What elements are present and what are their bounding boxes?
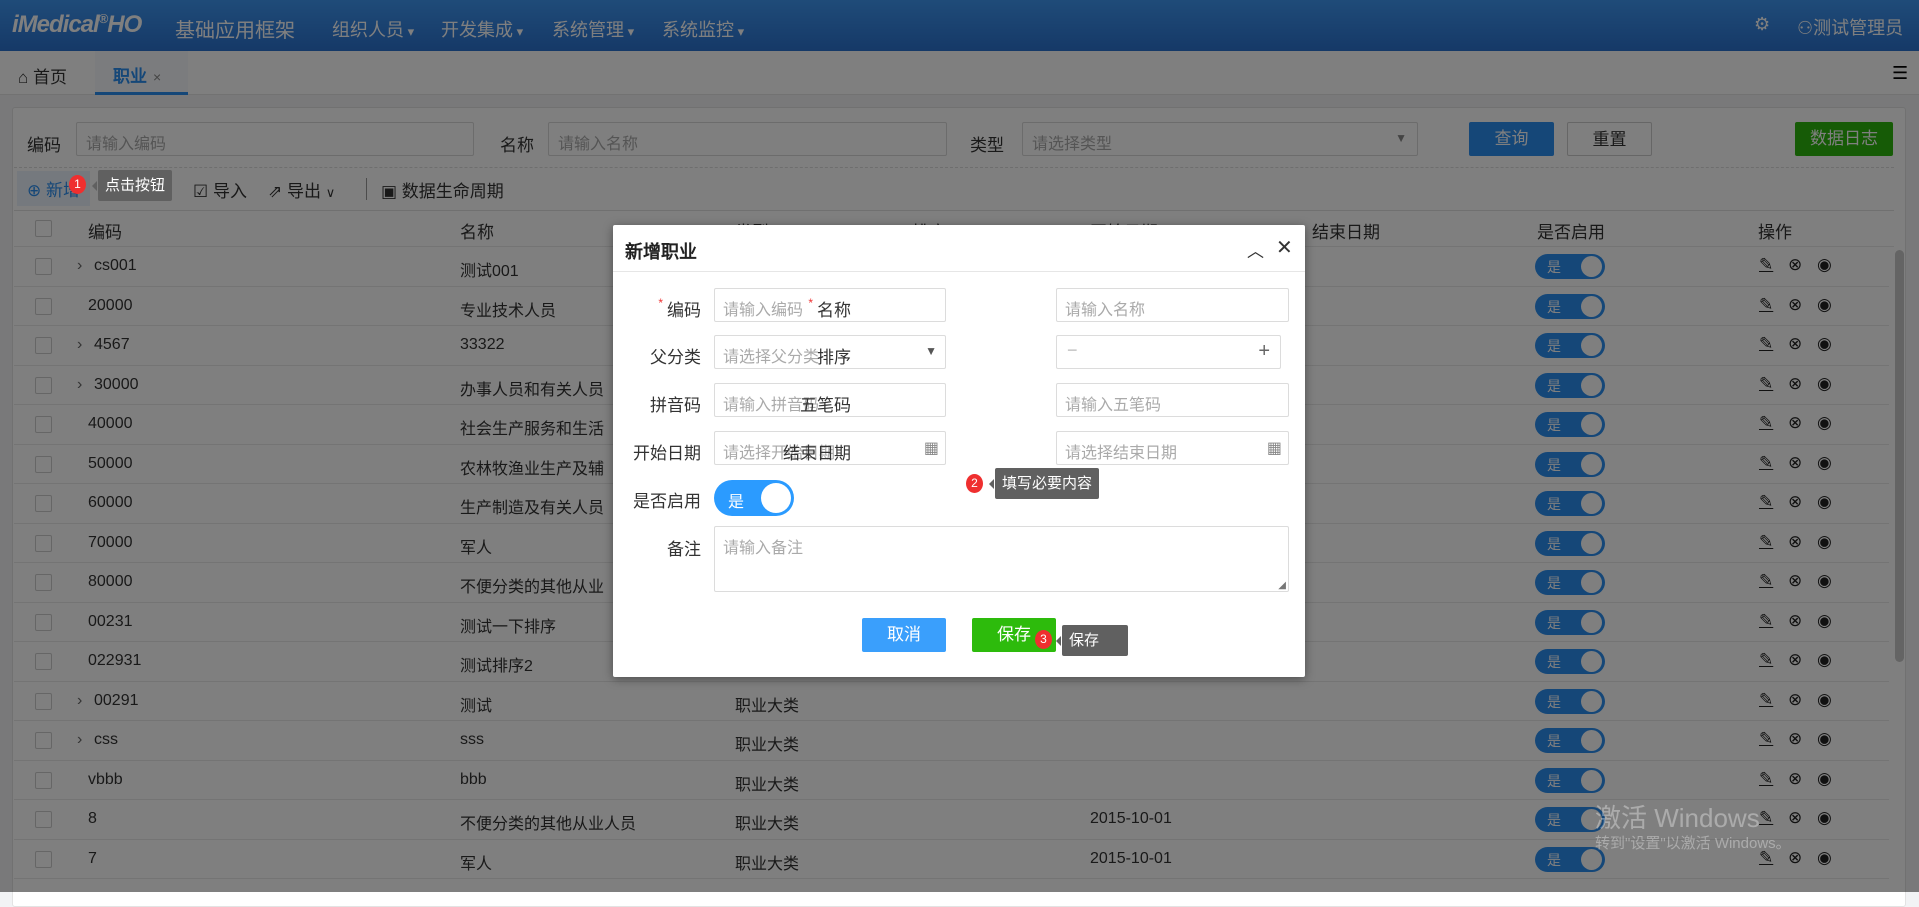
plus-icon[interactable]: + — [1258, 340, 1270, 363]
close-icon[interactable]: ✕ — [1276, 235, 1293, 260]
guide-badge-1: 1 — [69, 175, 86, 194]
watermark-line1: 激活 Windows — [1595, 803, 1760, 833]
guide-tooltip-2: 填写必要内容 — [988, 468, 1100, 499]
end-date-placeholder: 请选择结束日期 — [1065, 445, 1178, 462]
required-mark: * — [808, 296, 813, 310]
sort-label: 排序 — [817, 348, 851, 367]
watermark-line2: 转到"设置"以激活 Windows。 — [1595, 835, 1791, 852]
dialog-title: 新增职业 — [625, 242, 697, 262]
enabled-label: 是否启用 — [633, 492, 701, 511]
collapse-icon[interactable]: ︿ — [1247, 237, 1264, 262]
guide-badge-3: 3 — [1035, 630, 1052, 649]
wubi-input[interactable]: 请输入五笔码 — [1056, 383, 1289, 417]
calendar-icon: ▦ — [1266, 440, 1282, 457]
end-date-input[interactable]: 请选择结束日期 ▦ — [1056, 431, 1289, 465]
wubi-label: 五笔码 — [800, 396, 851, 415]
calendar-icon: ▦ — [923, 440, 939, 457]
dialog-header: 新增职业 ︿ ✕ — [613, 225, 1305, 272]
end-date-label: 结束日期 — [783, 444, 851, 463]
sort-stepper[interactable]: − + — [1056, 335, 1281, 369]
guide-tooltip-1: 点击按钮 — [91, 170, 173, 201]
cancel-button[interactable]: 取消 — [862, 618, 946, 652]
code-label: * 编码 — [581, 296, 701, 321]
caret-down-icon: ▼ — [925, 344, 937, 358]
parent-label: 父分类 — [650, 348, 701, 367]
remark-label: 备注 — [667, 540, 701, 559]
name-label-text: 名称 — [817, 301, 851, 320]
start-date-label: 开始日期 — [633, 444, 701, 463]
name-label: * 名称 — [731, 296, 851, 321]
enabled-toggle-label: 是 — [728, 494, 745, 511]
enabled-toggle[interactable]: 是 — [714, 480, 794, 516]
remark-placeholder: 请输入备注 — [723, 540, 804, 557]
pinyin-label: 拼音码 — [650, 396, 701, 415]
code-label-text: 编码 — [667, 301, 701, 320]
guide-badge-2: 2 — [966, 474, 983, 493]
remark-textarea[interactable]: 请输入备注 ◢ — [714, 526, 1289, 592]
minus-icon[interactable]: − — [1067, 340, 1078, 361]
toggle-knob — [761, 483, 791, 513]
add-occupation-dialog: 新增职业 ︿ ✕ * 编码 请输入编码 * 名称 请输入名称 父分类 请选择父分类 ▼… — [613, 225, 1305, 677]
resize-handle-icon[interactable]: ◢ — [1278, 580, 1286, 591]
name-input[interactable]: 请输入名称 — [1056, 288, 1289, 322]
guide-tooltip-3: 保存 — [1056, 625, 1128, 656]
required-mark: * — [658, 296, 663, 310]
